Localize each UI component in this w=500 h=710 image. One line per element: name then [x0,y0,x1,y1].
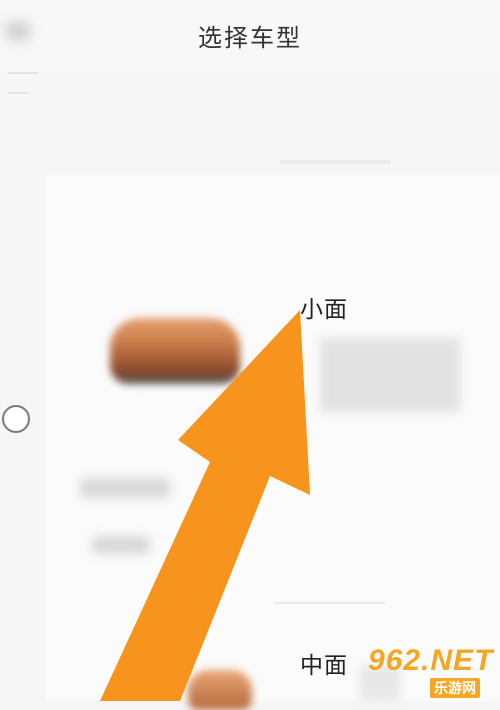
watermark-logo: 962.NET 乐游网 [362,640,496,698]
watermark-text: 962.NET [368,644,494,677]
arrow-annotation [100,310,310,701]
watermark-subtext: 乐游网 [430,678,480,698]
orange-arrow-icon [100,310,310,701]
